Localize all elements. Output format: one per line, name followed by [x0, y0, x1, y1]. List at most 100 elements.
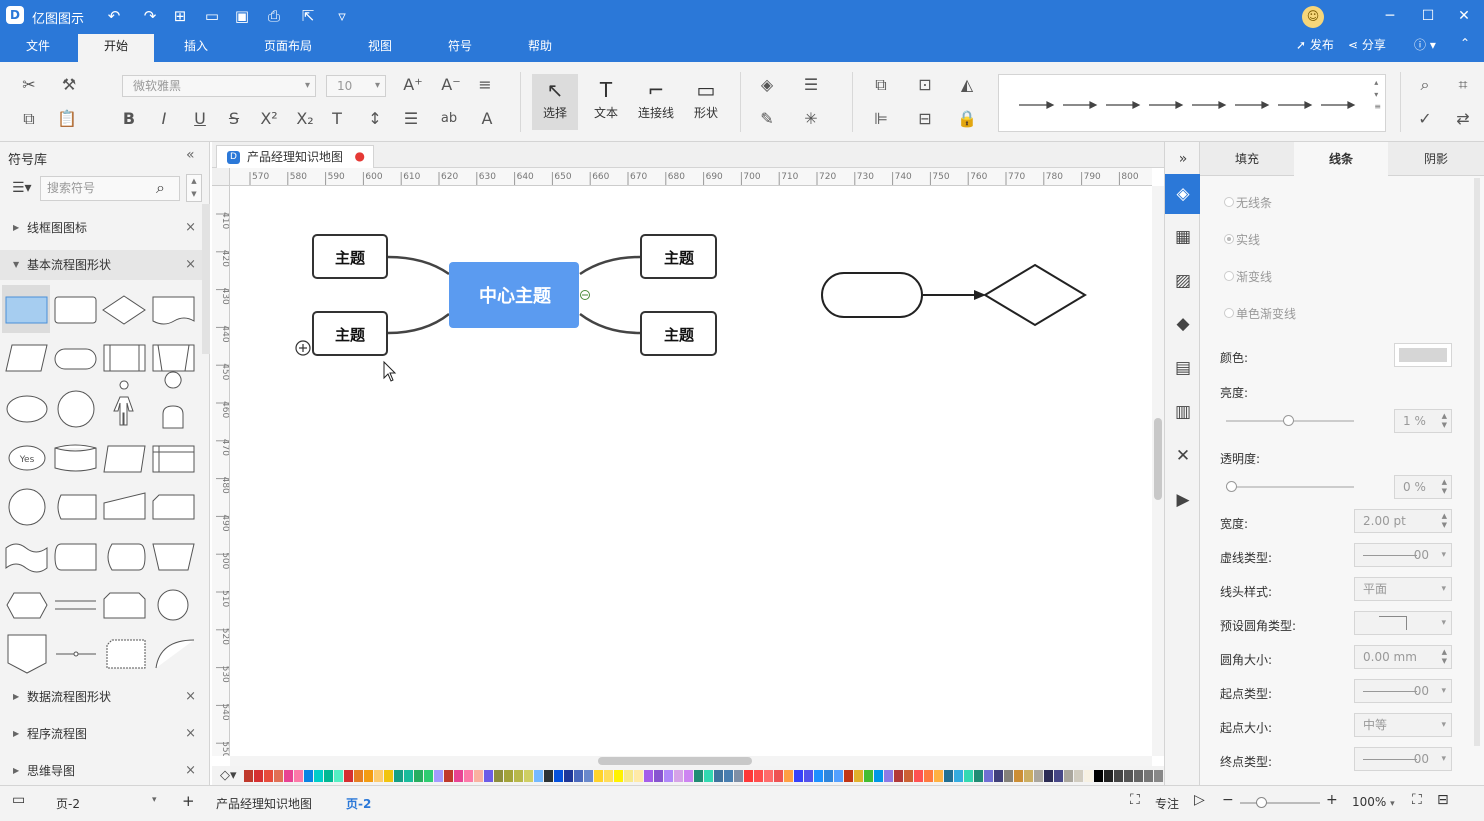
superscript-icon[interactable]: X² [258, 108, 280, 130]
focus-mode-label[interactable]: 专注 [1155, 795, 1179, 812]
zoom-out-icon[interactable]: − [1222, 792, 1234, 808]
color-swatch[interactable] [254, 770, 263, 782]
menu-symbols[interactable]: 符号 [432, 34, 488, 62]
color-swatch[interactable] [924, 770, 933, 782]
color-swatch[interactable] [694, 770, 703, 782]
group-icon[interactable]: ⊡ [914, 74, 936, 96]
help-icon[interactable]: ⓘ ▾ [1414, 36, 1436, 53]
shape-off-page-reference[interactable] [7, 634, 47, 674]
horizontal-scrollbar[interactable] [230, 756, 1152, 766]
color-swatch[interactable] [1064, 770, 1073, 782]
color-swatch[interactable] [474, 770, 483, 782]
page-tab-current[interactable]: 页-2 [346, 795, 371, 812]
color-swatch[interactable] [514, 770, 523, 782]
add-page-icon[interactable]: + [182, 792, 195, 810]
radio-no-line[interactable]: 无线条 [1224, 194, 1272, 211]
copy-icon[interactable]: ⧉ [18, 108, 40, 130]
color-swatch[interactable] [504, 770, 513, 782]
color-swatch[interactable] [534, 770, 543, 782]
shape-process[interactable] [5, 296, 48, 324]
color-swatch[interactable] [584, 770, 593, 782]
text-tool[interactable]: T 文本 [583, 74, 629, 130]
color-swatch[interactable] [1114, 770, 1123, 782]
distribute-icon[interactable]: ⊟ [914, 108, 936, 130]
page-layout-icon[interactable]: ▭ [12, 792, 25, 808]
shape-annotation[interactable] [106, 639, 146, 669]
shape-actor[interactable] [113, 380, 134, 426]
document-tab[interactable]: D 产品经理知识地图 ● [216, 145, 374, 168]
cut-icon[interactable]: ✂ [18, 74, 40, 96]
shape-display[interactable] [107, 543, 146, 571]
color-swatch[interactable] [354, 770, 363, 782]
color-swatch[interactable] [274, 770, 283, 782]
shape-direct-data[interactable] [57, 494, 97, 520]
color-swatch[interactable] [464, 770, 473, 782]
add-topic-icon[interactable] [295, 340, 311, 356]
color-swatch[interactable] [374, 770, 383, 782]
dash-type-select[interactable]: 00 ▾ [1354, 543, 1452, 567]
menu-view[interactable]: 视图 [352, 34, 408, 62]
page-tab-main[interactable]: 产品经理知识地图 [216, 795, 312, 812]
color-swatch[interactable] [244, 770, 253, 782]
color-swatch[interactable] [1104, 770, 1113, 782]
tab-shadow[interactable]: 阴影 [1388, 142, 1484, 176]
bold-icon[interactable]: B [118, 108, 140, 130]
lock-icon[interactable]: 🔒 [956, 108, 978, 130]
new-file-icon[interactable]: ⊞ [170, 6, 190, 26]
bullet-list-icon[interactable]: ☰ [400, 108, 422, 130]
line-style-icon[interactable]: ☰ [800, 74, 822, 96]
shape-loop-limit[interactable] [103, 592, 146, 619]
color-swatch[interactable] [744, 770, 753, 782]
publish-button[interactable]: ➚ 发布 [1296, 36, 1334, 53]
zoom-slider[interactable] [1240, 797, 1320, 808]
color-swatch[interactable] [404, 770, 413, 782]
spinner-icon[interactable]: ▲ ▼ [1442, 478, 1447, 496]
open-folder-icon[interactable]: ▭ [202, 6, 222, 26]
color-swatch[interactable] [754, 770, 763, 782]
color-swatch[interactable] [594, 770, 603, 782]
library-scrollbar[interactable] [202, 204, 210, 354]
replace-shape-icon[interactable]: ⇄ [1452, 108, 1474, 130]
color-swatch[interactable] [904, 770, 913, 782]
color-swatch[interactable] [1154, 770, 1163, 782]
color-swatch[interactable] [1054, 770, 1063, 782]
shape-manual-input[interactable] [103, 492, 146, 520]
color-swatch[interactable] [834, 770, 843, 782]
color-swatch[interactable] [494, 770, 503, 782]
collapse-handle-icon[interactable] [580, 290, 590, 300]
vertical-scrollbar[interactable] [1152, 186, 1164, 756]
find-replace-icon[interactable]: ⌕ [1414, 74, 1436, 96]
shape-data[interactable] [5, 344, 48, 372]
text-case-icon[interactable]: ab [438, 108, 460, 130]
color-swatch[interactable] [884, 770, 893, 782]
fill-bucket-icon[interactable]: ◈ [756, 74, 778, 96]
gallery-scroll-icon[interactable]: ▴ ▾ ≡ [1374, 77, 1381, 113]
menu-home[interactable]: 开始 [78, 34, 154, 62]
color-swatch[interactable] [984, 770, 993, 782]
zoom-level[interactable]: 100% ▾ [1352, 795, 1395, 809]
italic-icon[interactable]: I [153, 108, 175, 130]
color-swatch[interactable] [634, 770, 643, 782]
effects-icon[interactable]: ✳ [800, 108, 822, 130]
zoom-slider-knob[interactable] [1256, 797, 1267, 808]
user-avatar[interactable]: ☺ [1302, 6, 1324, 28]
brightness-slider[interactable] [1226, 415, 1354, 426]
color-swatch[interactable] [1034, 770, 1043, 782]
category-data-flow[interactable]: ▶ 数据流程图形状 × [0, 682, 202, 712]
print-icon[interactable]: ⎙ [264, 6, 284, 26]
color-swatch[interactable] [764, 770, 773, 782]
color-swatch[interactable] [714, 770, 723, 782]
shape-delay[interactable] [54, 543, 97, 571]
strikethrough-icon[interactable]: S [223, 108, 245, 130]
color-swatch[interactable] [974, 770, 983, 782]
customize-toolbar-icon[interactable]: ▿ [332, 6, 352, 26]
flow-decision-shape[interactable] [983, 263, 1087, 327]
maximize-icon[interactable]: ☐ [1416, 6, 1440, 26]
color-swatch[interactable] [994, 770, 1003, 782]
color-swatch[interactable] [554, 770, 563, 782]
radio-gradient-line[interactable]: 渐变线 [1224, 268, 1272, 285]
line-style-gallery[interactable]: ▴ ▾ ≡ [998, 74, 1386, 132]
color-swatch[interactable] [624, 770, 633, 782]
connector-tool[interactable]: ⌐ 连接线 [633, 74, 679, 130]
shape-card[interactable] [152, 494, 195, 520]
